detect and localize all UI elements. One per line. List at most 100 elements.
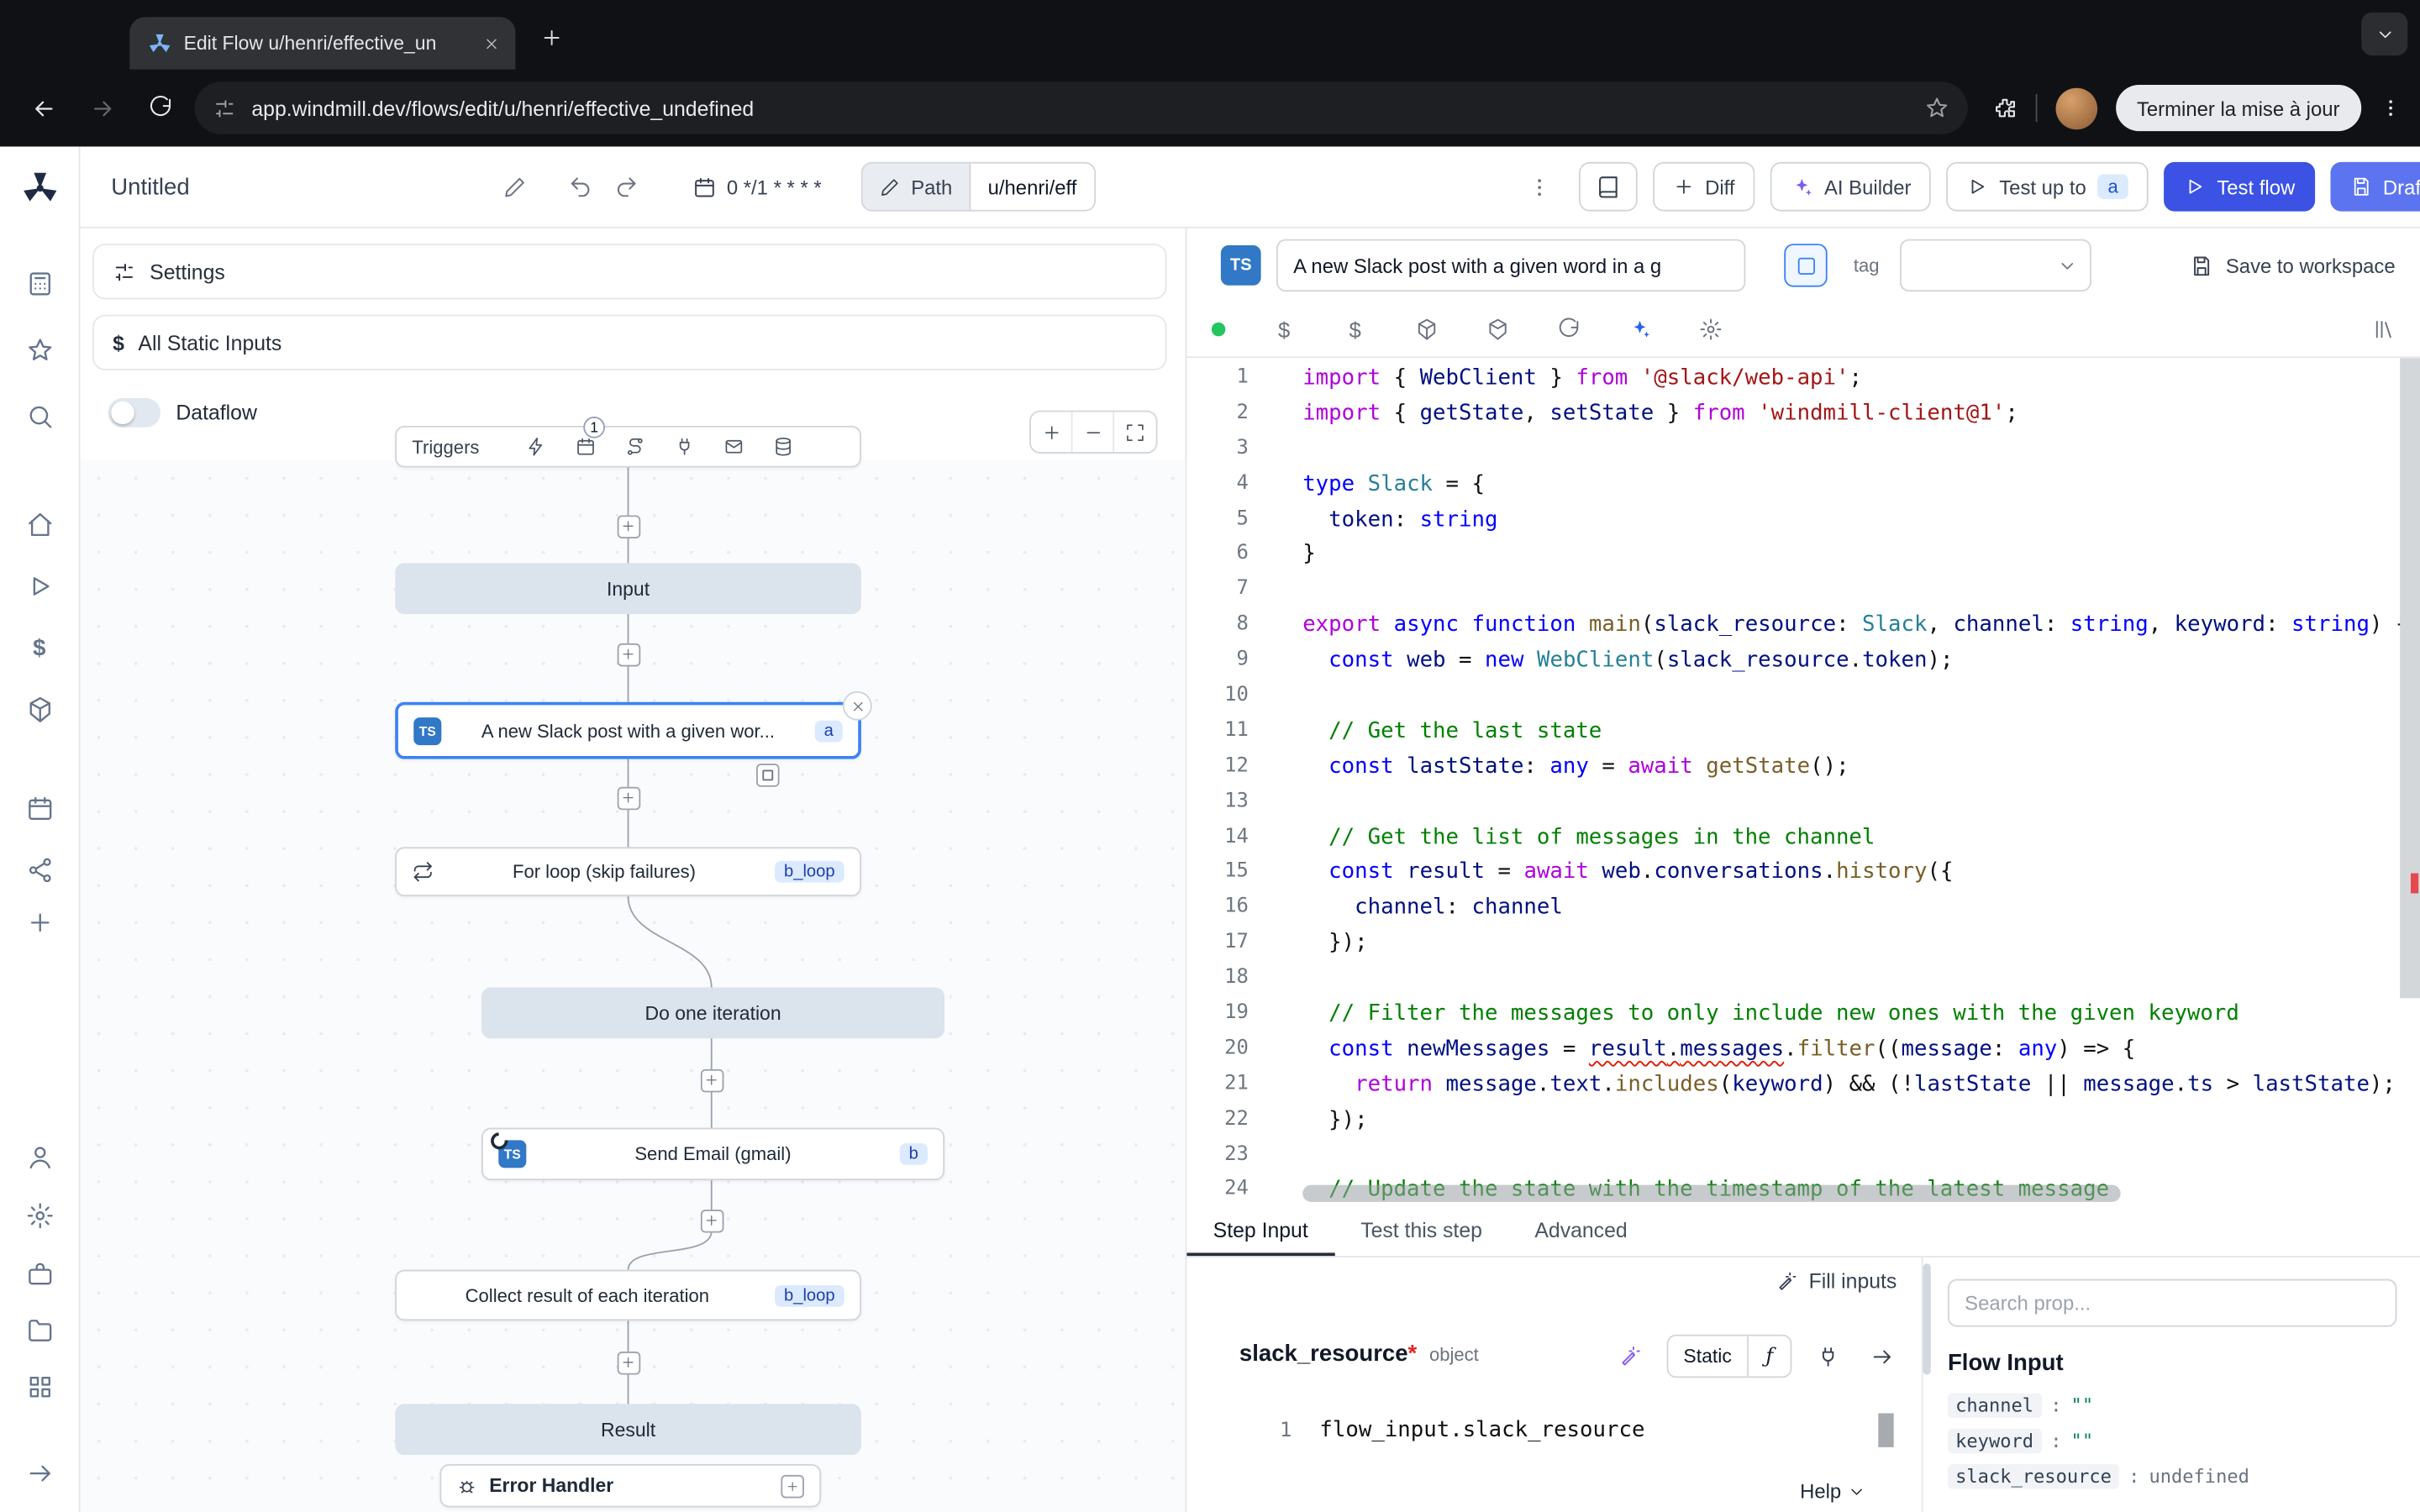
email-step-node[interactable]: TS Send Email (gmail) b <box>481 1128 944 1180</box>
path-control[interactable]: Path u/henri/eff <box>861 162 1095 212</box>
add-step-button[interactable] <box>617 1351 640 1374</box>
zoom-out-icon[interactable] <box>1073 412 1115 452</box>
undo-icon[interactable] <box>557 164 603 210</box>
prop-row[interactable]: slack_resource:undefined <box>1948 1458 2396 1494</box>
test-flow-button[interactable]: Test flow <box>2165 162 2315 212</box>
route-icon[interactable] <box>624 437 644 457</box>
expression-mode-icon[interactable]: ƒ <box>1747 1336 1790 1377</box>
docs-button[interactable] <box>1578 162 1637 212</box>
window-chevron-icon[interactable] <box>2361 13 2407 55</box>
apps-icon[interactable] <box>21 265 58 302</box>
packages-icon[interactable] <box>1485 317 1509 341</box>
more-kebab-icon[interactable] <box>1517 164 1563 210</box>
tab-step-input[interactable]: Step Input <box>1186 1206 1334 1256</box>
flow-name[interactable]: Untitled <box>111 174 189 200</box>
variables-icon[interactable]: $ <box>1271 317 1296 341</box>
input-node[interactable]: Input <box>395 563 861 614</box>
settings-row[interactable]: Settings <box>92 244 1166 299</box>
dataflow-toggle[interactable] <box>108 397 160 427</box>
prop-row[interactable]: keyword:"" <box>1948 1422 2396 1457</box>
stop-after-step-button[interactable] <box>756 764 780 787</box>
tag-select[interactable] <box>1899 239 2091 291</box>
folders-icon[interactable] <box>21 1311 58 1348</box>
result-node[interactable]: Result <box>395 1404 861 1455</box>
back-icon[interactable] <box>18 83 68 133</box>
step-summary-input[interactable] <box>1276 239 1745 291</box>
websocket-icon[interactable] <box>674 437 694 457</box>
kafka-icon[interactable] <box>772 437 792 457</box>
schedule-control[interactable]: 0 */1 * * * * <box>692 175 821 198</box>
windmill-logo[interactable] <box>21 170 58 207</box>
flows-icon[interactable] <box>21 852 58 889</box>
forward-icon[interactable] <box>77 83 127 133</box>
expand-editor-button[interactable] <box>1784 244 1827 286</box>
resources-icon[interactable] <box>1413 317 1438 341</box>
browser-update-button[interactable]: Terminer la mise à jour <box>2115 85 2361 131</box>
prop-row[interactable]: channel:"" <box>1948 1387 2396 1422</box>
redo-icon[interactable] <box>603 164 650 210</box>
iteration-node[interactable]: Do one iteration <box>481 988 944 1039</box>
remove-step-icon[interactable] <box>843 691 872 721</box>
url-bar[interactable]: app.windmill.dev/flows/edit/u/henri/effe… <box>194 81 1966 134</box>
ai-assistant-icon[interactable] <box>1627 317 1651 341</box>
site-settings-icon[interactable] <box>213 97 236 120</box>
variables-icon[interactable]: $ <box>21 629 58 666</box>
connect-plug-icon[interactable] <box>1809 1337 1846 1374</box>
bookmark-star-icon[interactable] <box>1923 96 1948 120</box>
library-icon[interactable] <box>2370 317 2395 341</box>
tab-advanced[interactable]: Advanced <box>1508 1206 1654 1256</box>
browser-menu-icon[interactable] <box>2380 97 2402 119</box>
schedules-icon[interactable] <box>21 790 58 827</box>
reset-icon[interactable] <box>1555 317 1580 341</box>
webhook-icon[interactable] <box>526 437 546 457</box>
collapse-sidebar-icon[interactable] <box>21 1455 58 1492</box>
add-step-button[interactable] <box>700 1068 723 1092</box>
triggers-node[interactable]: Triggers 1 <box>395 426 861 468</box>
tab-close-icon[interactable] <box>478 31 502 55</box>
input-mode-toggle[interactable]: Static ƒ <box>1666 1335 1791 1378</box>
editor-settings-icon[interactable] <box>1697 317 1722 341</box>
settings-icon[interactable] <box>21 1197 58 1234</box>
add-step-button[interactable] <box>617 643 640 666</box>
apps-grid-icon[interactable] <box>21 1368 58 1405</box>
contextual-variables-icon[interactable]: $ <box>1343 317 1367 341</box>
diff-button[interactable]: Diff <box>1653 162 1755 212</box>
horizontal-scrollbar[interactable] <box>1302 1185 2120 1202</box>
search-prop-input[interactable] <box>1948 1279 2396 1327</box>
fit-view-icon[interactable] <box>1114 412 1156 452</box>
collect-node[interactable]: Collect result of each iteration b_loop <box>395 1270 861 1321</box>
code-editor[interactable]: 1import { WebClient } from '@slack/web-a… <box>1186 358 2420 1206</box>
save-to-workspace-button[interactable]: Save to workspace <box>2191 254 2396 277</box>
create-icon[interactable] <box>21 904 58 941</box>
new-tab-button[interactable] <box>531 17 571 57</box>
avatar[interactable] <box>2055 87 2097 129</box>
schedule-icon[interactable] <box>575 437 595 457</box>
add-step-button[interactable] <box>617 786 640 810</box>
add-step-button[interactable] <box>617 515 640 538</box>
resources-icon[interactable] <box>21 691 58 728</box>
insert-arrow-icon[interactable] <box>1863 1337 1900 1374</box>
static-inputs-row[interactable]: $ All Static Inputs <box>92 315 1166 370</box>
ai-fill-wand-icon[interactable] <box>1612 1337 1649 1374</box>
vertical-scrollbar[interactable] <box>2400 358 2420 1206</box>
edit-name-pencil-icon[interactable] <box>492 164 539 210</box>
workers-icon[interactable] <box>21 1256 58 1293</box>
expression-editor[interactable]: 1 flow_input.slack_resource <box>1224 1405 1900 1455</box>
browser-tab[interactable]: Edit Flow u/henri/effective_un <box>129 17 515 69</box>
zoom-in-icon[interactable] <box>1031 412 1073 452</box>
search-icon[interactable] <box>21 398 58 435</box>
add-error-handler-icon[interactable] <box>781 1474 804 1498</box>
add-step-button[interactable] <box>700 1209 723 1232</box>
tab-test-this-step[interactable]: Test this step <box>1334 1206 1508 1256</box>
reload-icon[interactable] <box>136 83 186 133</box>
users-icon[interactable] <box>21 1139 58 1176</box>
runs-icon[interactable] <box>21 568 58 605</box>
error-handler-node[interactable]: Error Handler <box>439 1464 821 1507</box>
email-trigger-icon[interactable] <box>723 437 744 457</box>
extensions-icon[interactable] <box>1991 96 2016 120</box>
static-mode-label[interactable]: Static <box>1668 1336 1747 1377</box>
draft-button[interactable]: Draft <box>2330 162 2420 212</box>
slack-step-node[interactable]: TS A new Slack post with a given wor... … <box>395 702 861 759</box>
home-icon[interactable] <box>21 506 58 543</box>
forloop-node[interactable]: For loop (skip failures) b_loop <box>395 847 861 896</box>
